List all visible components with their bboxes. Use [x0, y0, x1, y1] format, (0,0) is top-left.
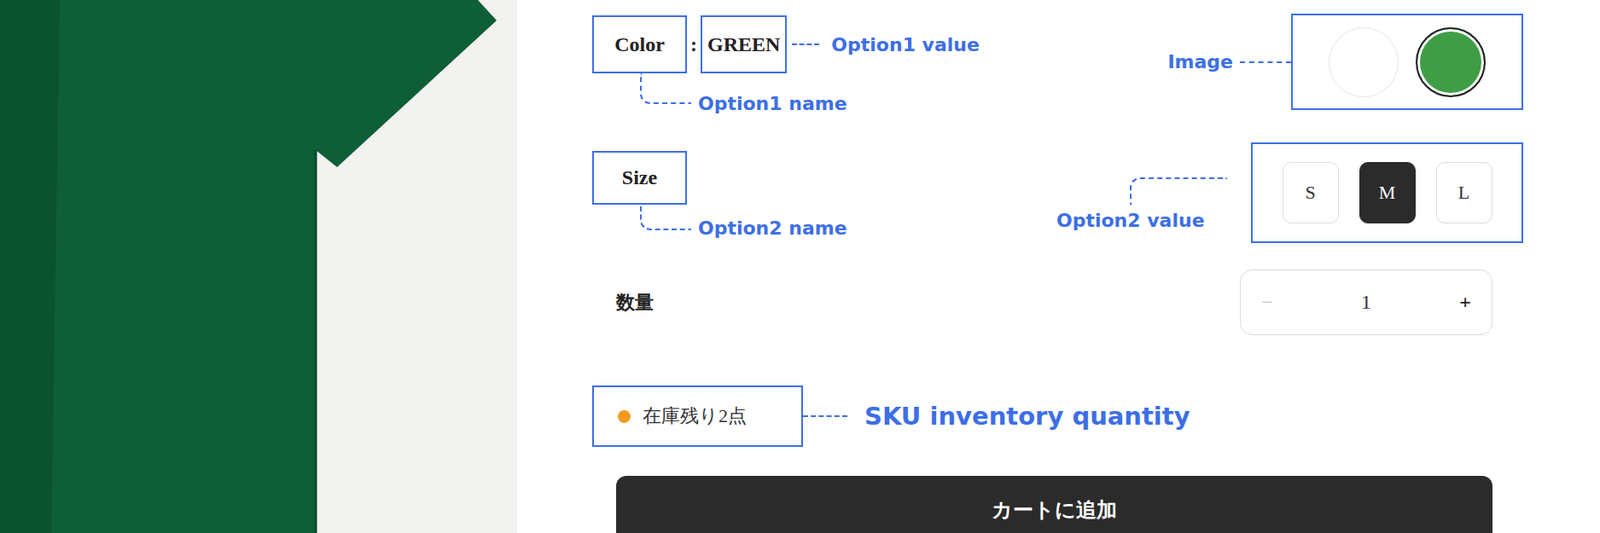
annotation-label: Option1 name — [698, 93, 848, 115]
size-button[interactable]: S — [1282, 162, 1339, 224]
stock-text: 在庫残り2点 — [642, 403, 747, 430]
annotation-label: Option2 value — [1056, 209, 1228, 232]
quantity-row: 数量 − 1 + — [592, 269, 1524, 336]
shirt-photo-icon — [0, 0, 518, 533]
add-to-cart-button[interactable]: カートに追加 — [616, 476, 1493, 533]
swatch-group — [1291, 13, 1524, 111]
annotation-label: Image — [1167, 51, 1234, 73]
increase-button[interactable]: + — [1459, 290, 1472, 315]
connector — [802, 415, 848, 418]
option2-name: Size — [592, 151, 687, 205]
stock-status: 在庫残り2点 — [592, 385, 803, 448]
connector — [791, 43, 820, 46]
connector — [640, 73, 692, 105]
quantity-label: 数量 — [616, 290, 654, 316]
stock-row: 在庫残り2点 SKU inventory quantity — [592, 385, 1524, 448]
product-page: Color:GREEN Option1 value Option1 name Imag… — [0, 0, 1600, 533]
option1-name: Color — [592, 15, 687, 74]
size-button[interactable]: M — [1359, 162, 1416, 224]
decrease-button[interactable]: − — [1261, 290, 1274, 315]
stock-dot-icon — [617, 410, 631, 424]
quantity-input[interactable]: 1 — [1361, 290, 1372, 315]
option1-row: Color:GREENOption1 valueOption1 nameImag… — [592, 14, 1524, 111]
annotation-label: Option2 name — [698, 217, 848, 239]
quantity-stepper: − 1 + — [1239, 269, 1493, 336]
connector — [640, 203, 692, 231]
connector — [1239, 61, 1292, 64]
connector — [1129, 177, 1228, 205]
annotation-label: Option1 value — [831, 34, 980, 56]
size-group: SML — [1250, 142, 1524, 244]
option1-value: GREEN — [700, 15, 787, 74]
annotation-label: SKU inventory quantity — [864, 401, 1191, 431]
product-photo — [0, 0, 518, 533]
color-swatch[interactable] — [1415, 27, 1486, 98]
color-swatch[interactable] — [1328, 27, 1399, 98]
size-button[interactable]: L — [1436, 162, 1493, 224]
option2-row: Size Option2 name Option2 value SML — [592, 142, 1524, 244]
options-panel: Color:GREEN Option1 value Option1 name Imag… — [517, 0, 1600, 533]
separator: : — [690, 33, 698, 57]
